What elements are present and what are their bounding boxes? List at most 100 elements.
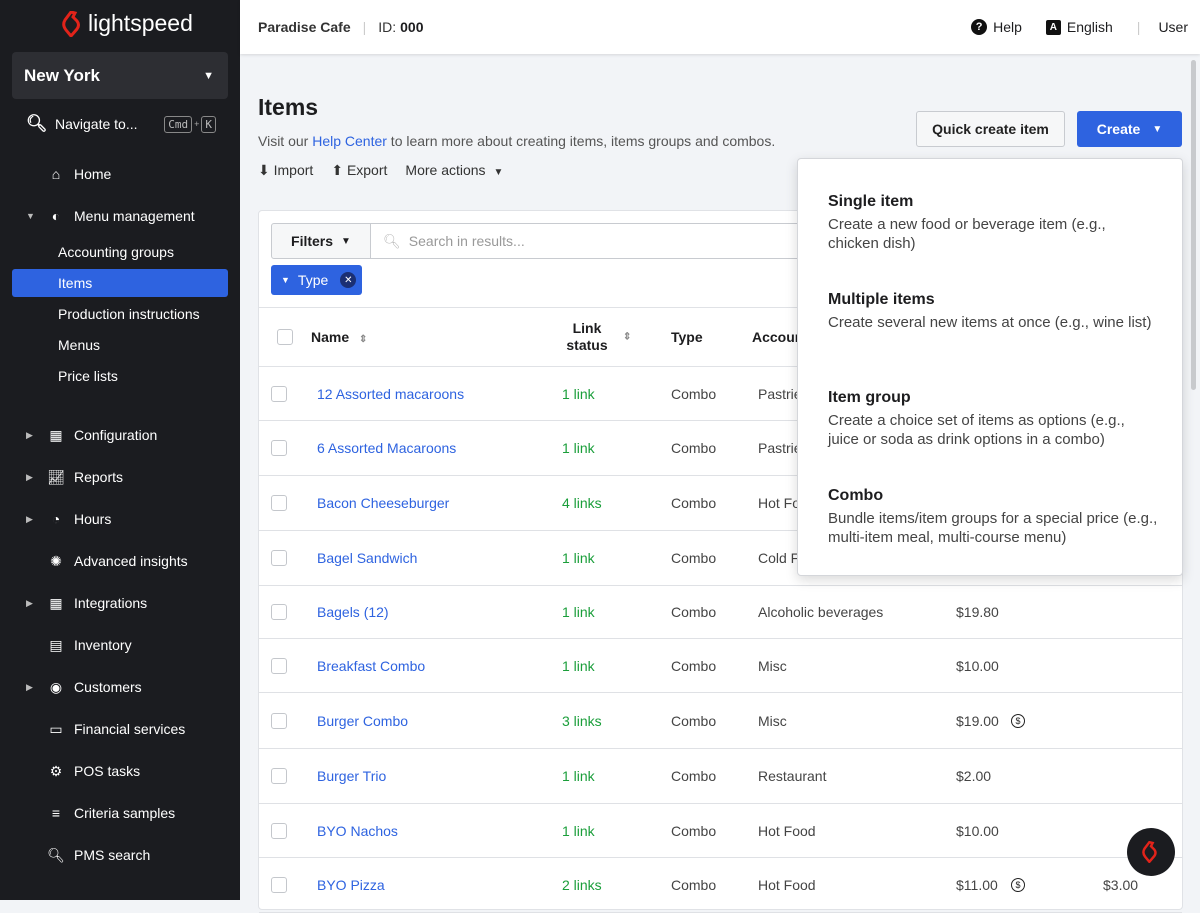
link-status[interactable]: 1 link [562,550,595,566]
sort-icon[interactable]: ⇕ [623,332,631,343]
sidebar-item-home[interactable]: ⌂ Home [0,160,240,188]
sidebar-item-menu-management[interactable]: ▼ ◐ Menu management [0,202,240,230]
sidebar-item-pms-search[interactable]: 🔍︎ PMS search [0,841,240,869]
item-name-link[interactable]: BYO Pizza [317,877,385,893]
import-button[interactable]: ⬇ Import [258,162,313,179]
row-checkbox[interactable] [271,712,287,729]
link-status[interactable]: 1 link [562,440,595,456]
row-checkbox[interactable] [271,440,287,456]
row-checkbox[interactable] [271,495,287,511]
sidebar-subitem-production-instructions[interactable]: Production instructions [12,300,228,328]
location-selector[interactable]: New York ▼ [12,52,228,99]
filters-button[interactable]: Filters ▼ [271,223,371,259]
scrollbar[interactable] [1191,60,1196,390]
list-icon: ≡ [51,805,61,821]
search-input[interactable]: 🔍︎ Search in results... [370,223,800,259]
sidebar-subitem-label: Price lists [58,368,118,384]
item-name-link[interactable]: Bacon Cheeseburger [317,495,449,511]
create-option-combo[interactable]: Combo Bundle items/item groups for a spec… [828,487,1158,547]
sidebar-subitem-price-lists[interactable]: Price lists [12,362,228,390]
sidebar-item-reports[interactable]: ▶ 📈︎ Reports [0,463,240,491]
item-type: Combo [671,877,717,893]
navigate-to[interactable]: 🔍︎ Navigate to... Cmd + K [26,114,216,134]
select-all-checkbox[interactable] [277,329,293,345]
item-type: Combo [671,385,717,402]
export-button[interactable]: ⬆ Export [331,162,387,179]
language-button[interactable]: A English [1045,19,1113,35]
item-type: Combo [671,604,717,620]
item-name-link[interactable]: Bagel Sandwich [317,550,417,566]
sidebar-item-financial-services[interactable]: ▭ Financial services [0,715,240,743]
gear-icon: ⚙ [49,762,63,779]
row-checkbox[interactable] [271,768,287,784]
column-name[interactable]: Name ⇕ [311,329,367,345]
sidebar-item-advanced-insights[interactable]: ✺ Advanced insights [0,547,240,575]
caret-icon: ▶ [26,597,33,608]
type-filter-chip[interactable]: ▼ Type ✕ [271,265,362,295]
caret-down-icon: ▼ [493,167,504,178]
link-status[interactable]: 1 link [562,604,595,620]
more-actions-button[interactable]: More actions ▼ [405,162,503,179]
column-type[interactable]: Type [671,329,703,345]
link-status[interactable]: 2 links [562,877,602,893]
item-name-link[interactable]: Burger Trio [317,768,386,784]
create-option-single-item[interactable]: Single item Create a new food or beverage… [828,193,1158,253]
create-label: Create [1096,121,1141,137]
row-checkbox[interactable] [271,604,287,620]
integrations-icon: ▦ [49,594,63,611]
row-checkbox[interactable] [271,385,287,402]
sidebar-item-configuration[interactable]: ▶ ▦ Configuration [0,421,240,449]
row-checkbox[interactable] [271,822,287,839]
row-checkbox[interactable] [271,657,287,674]
id-value: 000 [400,19,424,35]
create-dropdown-menu: Single item Create a new food or beverage… [797,158,1183,576]
sidebar-subitem-accounting-groups[interactable]: Accounting groups [12,238,228,266]
create-option-item-group[interactable]: Item group Create a choice set of items a… [828,389,1158,449]
sidebar-subitem-items[interactable]: Items [12,269,228,297]
link-status[interactable]: 3 links [562,713,602,729]
help-button[interactable]: ? Help [971,19,1022,35]
caret-down-icon: ▼ [1152,123,1163,135]
link-status[interactable]: 1 link [562,768,595,784]
sidebar-item-inventory[interactable]: ▤ Inventory [0,631,240,659]
create-option-multiple-items[interactable]: Multiple items Create several new items a… [828,291,1158,332]
row-checkbox[interactable] [271,877,287,893]
sidebar-subitem-menus[interactable]: Menus [12,331,228,359]
export-icon: ⬆ [331,162,344,178]
item-name-link[interactable]: Breakfast Combo [317,658,425,674]
sidebar-item-criteria-samples[interactable]: ≡ Criteria samples [0,799,240,827]
item-name-link[interactable]: 12 Assorted macaroons [317,386,464,402]
reports-icon: 📈︎ [47,468,65,485]
item-name-link[interactable]: Bagels (12) [317,604,389,620]
item-name-link[interactable]: BYO Nachos [317,823,398,839]
user-menu[interactable]: User [1158,19,1188,35]
sidebar-item-hours[interactable]: ▶ ◔ Hours [0,505,240,533]
help-label: Help [993,19,1022,35]
item-type: Combo [671,822,717,839]
item-name-link[interactable]: 6 Assorted Macaroons [317,440,456,456]
sidebar-item-integrations[interactable]: ▶ ▦ Integrations [0,589,240,617]
help-center-link[interactable]: Help Center [312,133,387,149]
link-status[interactable]: 1 link [562,658,595,674]
link-status[interactable]: 1 link [562,386,595,402]
name-header: Name [311,329,350,345]
link-status[interactable]: 1 link [562,823,595,839]
item-name-link[interactable]: Burger Combo [317,713,408,729]
option-title: Single item [828,193,914,210]
close-icon[interactable]: ✕ [340,272,357,288]
help-post: to learn more about creating items, item… [386,133,776,149]
lightspeed-logo[interactable]: lightspeed [62,10,193,37]
quick-create-item-button[interactable]: Quick create item [916,111,1065,147]
extra-price: $3.00 [1103,877,1139,893]
item-price: $19.80 [956,604,999,620]
flame-icon [62,10,80,37]
lightspeed-assistant-button[interactable] [1127,828,1175,876]
sidebar-item-customers[interactable]: ▶ ◉ Customers [0,673,240,701]
sidebar-item-pos-tasks[interactable]: ⚙ POS tasks [0,757,240,785]
link-status[interactable]: 4 links [562,495,602,511]
table-row: BYO Nachos 1 link Combo Hot Food $10.00 [259,804,1182,858]
create-button[interactable]: Create ▼ [1077,111,1182,147]
search-placeholder: Search in results... [408,233,525,249]
row-checkbox[interactable] [271,550,287,566]
column-link-status[interactable]: Link status [552,320,622,354]
